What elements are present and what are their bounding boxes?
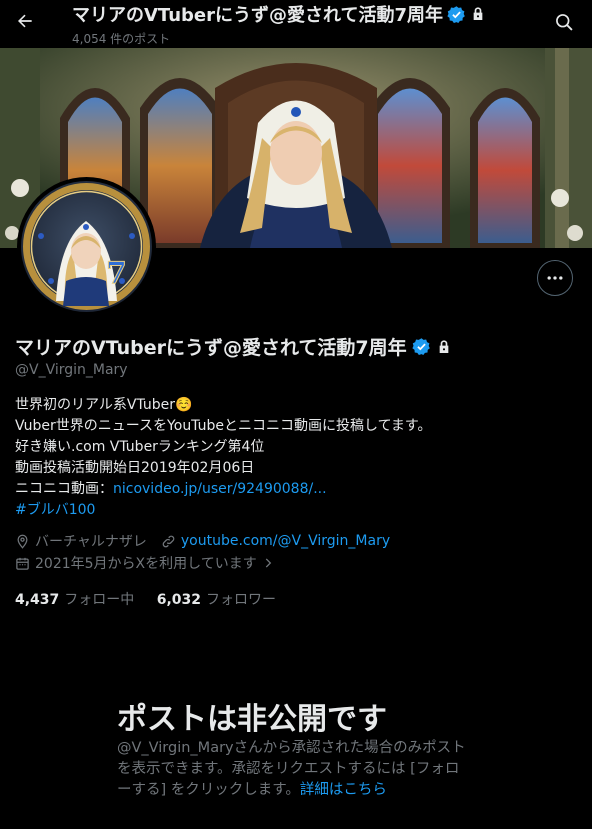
- bio-line: 世界初のリアル系VTuber☺️: [15, 397, 193, 413]
- joined-date-text: 2021年5月からXを利用しています: [35, 556, 257, 572]
- search-icon: [556, 14, 573, 31]
- nicovideo-link[interactable]: nicovideo.jp/user/92490088/...: [113, 481, 327, 497]
- post-count: 4,054 件のポスト: [72, 32, 171, 46]
- header-title: マリアのVTuberにうず@愛されて活動7周年: [72, 5, 443, 26]
- header-title-row: マリアのVTuberにうず@愛されて活動7周年: [72, 1, 486, 27]
- profile-page: マリアのVTuberにうず@愛されて活動7周年 4,054 件のポスト 7 マリ…: [0, 0, 592, 829]
- display-name: マリアのVTuberにうず@愛されて活動7周年: [15, 337, 407, 359]
- lock-icon: [473, 7, 483, 20]
- private-notice-line-prefix: ーする] をクリックします。: [117, 782, 300, 798]
- avatar-image: 7: [21, 181, 152, 312]
- location-icon: [17, 534, 28, 549]
- private-notice-title: ポストは非公開です: [117, 702, 387, 737]
- link-icon: [162, 535, 175, 547]
- location-text: バーチャルナザレ: [35, 534, 147, 550]
- more-options-button[interactable]: [537, 260, 573, 296]
- verified-badge-icon[interactable]: [412, 337, 431, 356]
- chevron-right-icon: [265, 558, 271, 568]
- learn-more-link[interactable]: 詳細はこちら: [300, 782, 387, 798]
- verified-badge-icon: [447, 5, 465, 23]
- bio-link-prefix: ニコニコ動画：: [15, 481, 113, 497]
- bio-line: 好き嫌い.com VTuberランキング第4位: [15, 439, 265, 455]
- joined-date-row[interactable]: 2021年5月からXを利用しています: [15, 553, 280, 573]
- display-name-row: マリアのVTuberにうず@愛されて活動7周年: [15, 333, 452, 360]
- calendar-icon: [16, 557, 29, 570]
- private-notice-last-line: ーする] をクリックします。詳細はこちら: [117, 780, 477, 801]
- followers-count: 6,032: [156, 592, 202, 608]
- private-notice-text: @V_Virgin_Maryさんから承認された場合のみポスト を表示できます。承…: [117, 738, 477, 801]
- profile-bio: 世界初のリアル系VTuber☺️ Vuber世界のニュースをYouTubeとニコ…: [15, 395, 580, 521]
- user-handle: @V_Virgin_Mary: [15, 362, 128, 378]
- profile-avatar[interactable]: 7: [17, 177, 156, 316]
- lock-icon: [439, 339, 448, 353]
- following-label: フォロー中: [64, 592, 135, 608]
- follow-stats: 4,437 フォロー中 6,032 フォロワー: [15, 589, 294, 609]
- followers-label: フォロワー: [206, 592, 277, 608]
- private-notice-line: を表示できます。承認をリクエストするには [フォロ: [117, 761, 460, 777]
- more-icon: [547, 276, 563, 280]
- back-button[interactable]: [10, 6, 40, 36]
- arrow-left-icon: [18, 14, 32, 28]
- following-link[interactable]: 4,437 フォロー中: [15, 592, 134, 608]
- bio-line: Vuber世界のニュースをYouTubeとニコニコ動画に投稿してます。: [15, 418, 432, 434]
- svg-text:7: 7: [106, 256, 127, 291]
- search-button[interactable]: [552, 10, 576, 34]
- hashtag-link[interactable]: #ブルバ100: [15, 500, 580, 521]
- bio-line: 動画投稿活動開始日2019年02月06日: [15, 460, 255, 476]
- private-notice-line: @V_Virgin_Maryさんから承認された場合のみポスト: [117, 740, 466, 756]
- top-header: マリアのVTuberにうず@愛されて活動7周年 4,054 件のポスト: [0, 0, 592, 48]
- website-link[interactable]: youtube.com/@V_Virgin_Mary: [181, 533, 390, 549]
- following-count: 4,437: [15, 592, 60, 608]
- followers-link[interactable]: 6,032 フォロワー: [157, 592, 276, 608]
- bio-link-line: ニコニコ動画：nicovideo.jp/user/92490088/...: [15, 479, 580, 500]
- profile-meta-row: バーチャルナザレ youtube.com/@V_Virgin_Mary: [15, 531, 390, 551]
